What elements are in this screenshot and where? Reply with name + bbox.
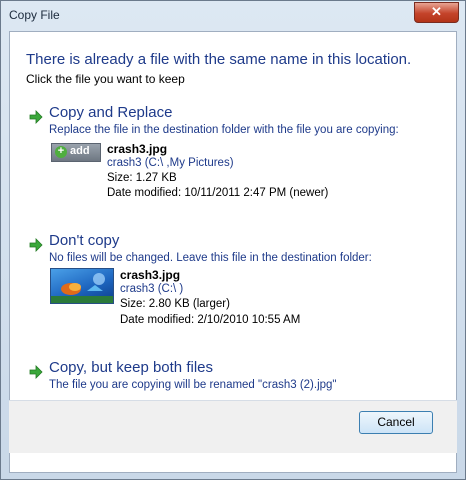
file-location: crash3 (C:\ ,My Pictures): [107, 157, 234, 169]
option-description: The file you are copying will be renamed…: [49, 379, 337, 391]
cancel-button[interactable]: Cancel: [359, 411, 433, 434]
title-bar[interactable]: Copy File ✕: [1, 1, 465, 29]
file-size: Size: 1.27 KB: [107, 172, 177, 184]
thumbnail-label: add: [70, 145, 90, 157]
option-description: No files will be changed. Leave this fil…: [49, 252, 372, 264]
file-location: crash3 (C:\ ): [120, 283, 184, 295]
option-title: Don't copy: [49, 232, 120, 249]
option-title: Copy, but keep both files: [49, 359, 213, 376]
file-date-modified: Date modified: 10/11/2011 2:47 PM (newer…: [107, 187, 329, 199]
conflict-instruction: Click the file you want to keep: [26, 72, 185, 86]
file-thumbnail: + add: [51, 143, 101, 162]
option-title: Copy and Replace: [49, 104, 173, 121]
window-title: Copy File: [9, 8, 60, 22]
close-button[interactable]: ✕: [414, 2, 459, 23]
conflict-heading: There is already a file with the same na…: [26, 51, 412, 68]
green-arrow-icon: [29, 365, 43, 379]
green-arrow-icon: [29, 238, 43, 252]
file-size: Size: 2.80 KB (larger): [120, 298, 230, 310]
image-thumbnail: [50, 268, 114, 304]
green-arrow-icon: [29, 110, 43, 124]
file-date-modified: Date modified: 2/10/2010 10:55 AM: [120, 314, 301, 326]
close-icon: ✕: [431, 4, 442, 19]
file-name: crash3.jpg: [107, 142, 168, 156]
copy-file-dialog: Copy File ✕ There is already a file with…: [0, 0, 466, 480]
landscape-image-icon: [51, 273, 113, 303]
plus-icon: +: [55, 146, 67, 158]
option-description: Replace the file in the destination fold…: [49, 124, 399, 136]
file-name: crash3.jpg: [120, 268, 181, 282]
